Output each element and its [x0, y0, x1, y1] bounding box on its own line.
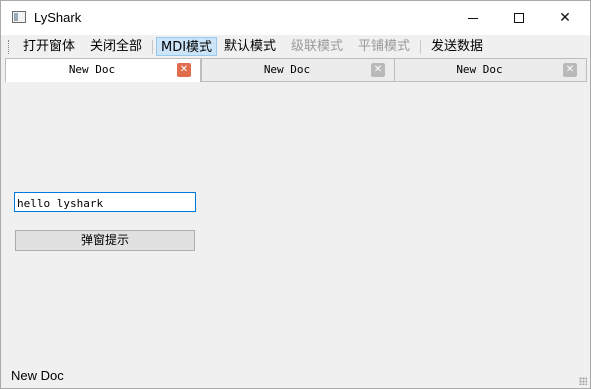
minimize-icon: [468, 17, 478, 19]
title-bar[interactable]: LyShark ✕: [1, 1, 590, 35]
maximize-icon: [514, 13, 524, 23]
toolbar-separator: [152, 40, 153, 54]
tab-new-doc-2[interactable]: New Doc ✕: [201, 58, 395, 81]
send-data-button[interactable]: 发送数据: [431, 37, 483, 56]
close-button[interactable]: ✕: [542, 1, 588, 35]
document-tab-bar: New Doc ✕ New Doc ✕ New Doc ✕: [5, 58, 587, 82]
tab-label: New Doc: [456, 63, 503, 76]
status-text: New Doc: [11, 368, 64, 383]
tile-mode-button[interactable]: 平铺模式: [358, 37, 410, 56]
close-all-button[interactable]: 关闭全部: [90, 37, 142, 56]
tab-label: New Doc: [68, 63, 116, 76]
mdi-document-area: [5, 81, 587, 367]
tab-close-icon[interactable]: ✕: [177, 63, 191, 77]
app-window-icon: [12, 11, 26, 23]
maximize-button[interactable]: [496, 1, 542, 35]
close-icon: ✕: [559, 10, 571, 26]
toolbar-grip[interactable]: [8, 40, 11, 54]
window-title: LyShark: [34, 10, 82, 25]
tab-new-doc-3[interactable]: New Doc ✕: [394, 58, 587, 81]
minimize-button[interactable]: [450, 1, 496, 35]
default-mode-button[interactable]: 默认模式: [224, 37, 276, 56]
toolbar-separator: [420, 40, 421, 54]
tab-label: New Doc: [263, 63, 311, 76]
message-input[interactable]: [14, 192, 196, 212]
tab-new-doc-1[interactable]: New Doc ✕: [5, 58, 201, 82]
resize-grip-icon[interactable]: [579, 377, 587, 385]
open-window-button[interactable]: 打开窗体: [23, 37, 75, 56]
main-window: LyShark ✕ 打开窗体 关闭全部 MDI模式 默认模式 级联模式 平铺模式…: [0, 0, 591, 389]
tab-close-icon[interactable]: ✕: [371, 63, 385, 77]
status-bar: New Doc: [1, 366, 590, 388]
mdi-mode-button[interactable]: MDI模式: [156, 37, 218, 56]
popup-tip-button[interactable]: 弹窗提示: [15, 230, 195, 251]
tab-close-icon[interactable]: ✕: [563, 63, 577, 77]
cascade-mode-button[interactable]: 级联模式: [291, 37, 343, 56]
toolbar: 打开窗体 关闭全部 MDI模式 默认模式 级联模式 平铺模式 发送数据: [1, 36, 590, 57]
